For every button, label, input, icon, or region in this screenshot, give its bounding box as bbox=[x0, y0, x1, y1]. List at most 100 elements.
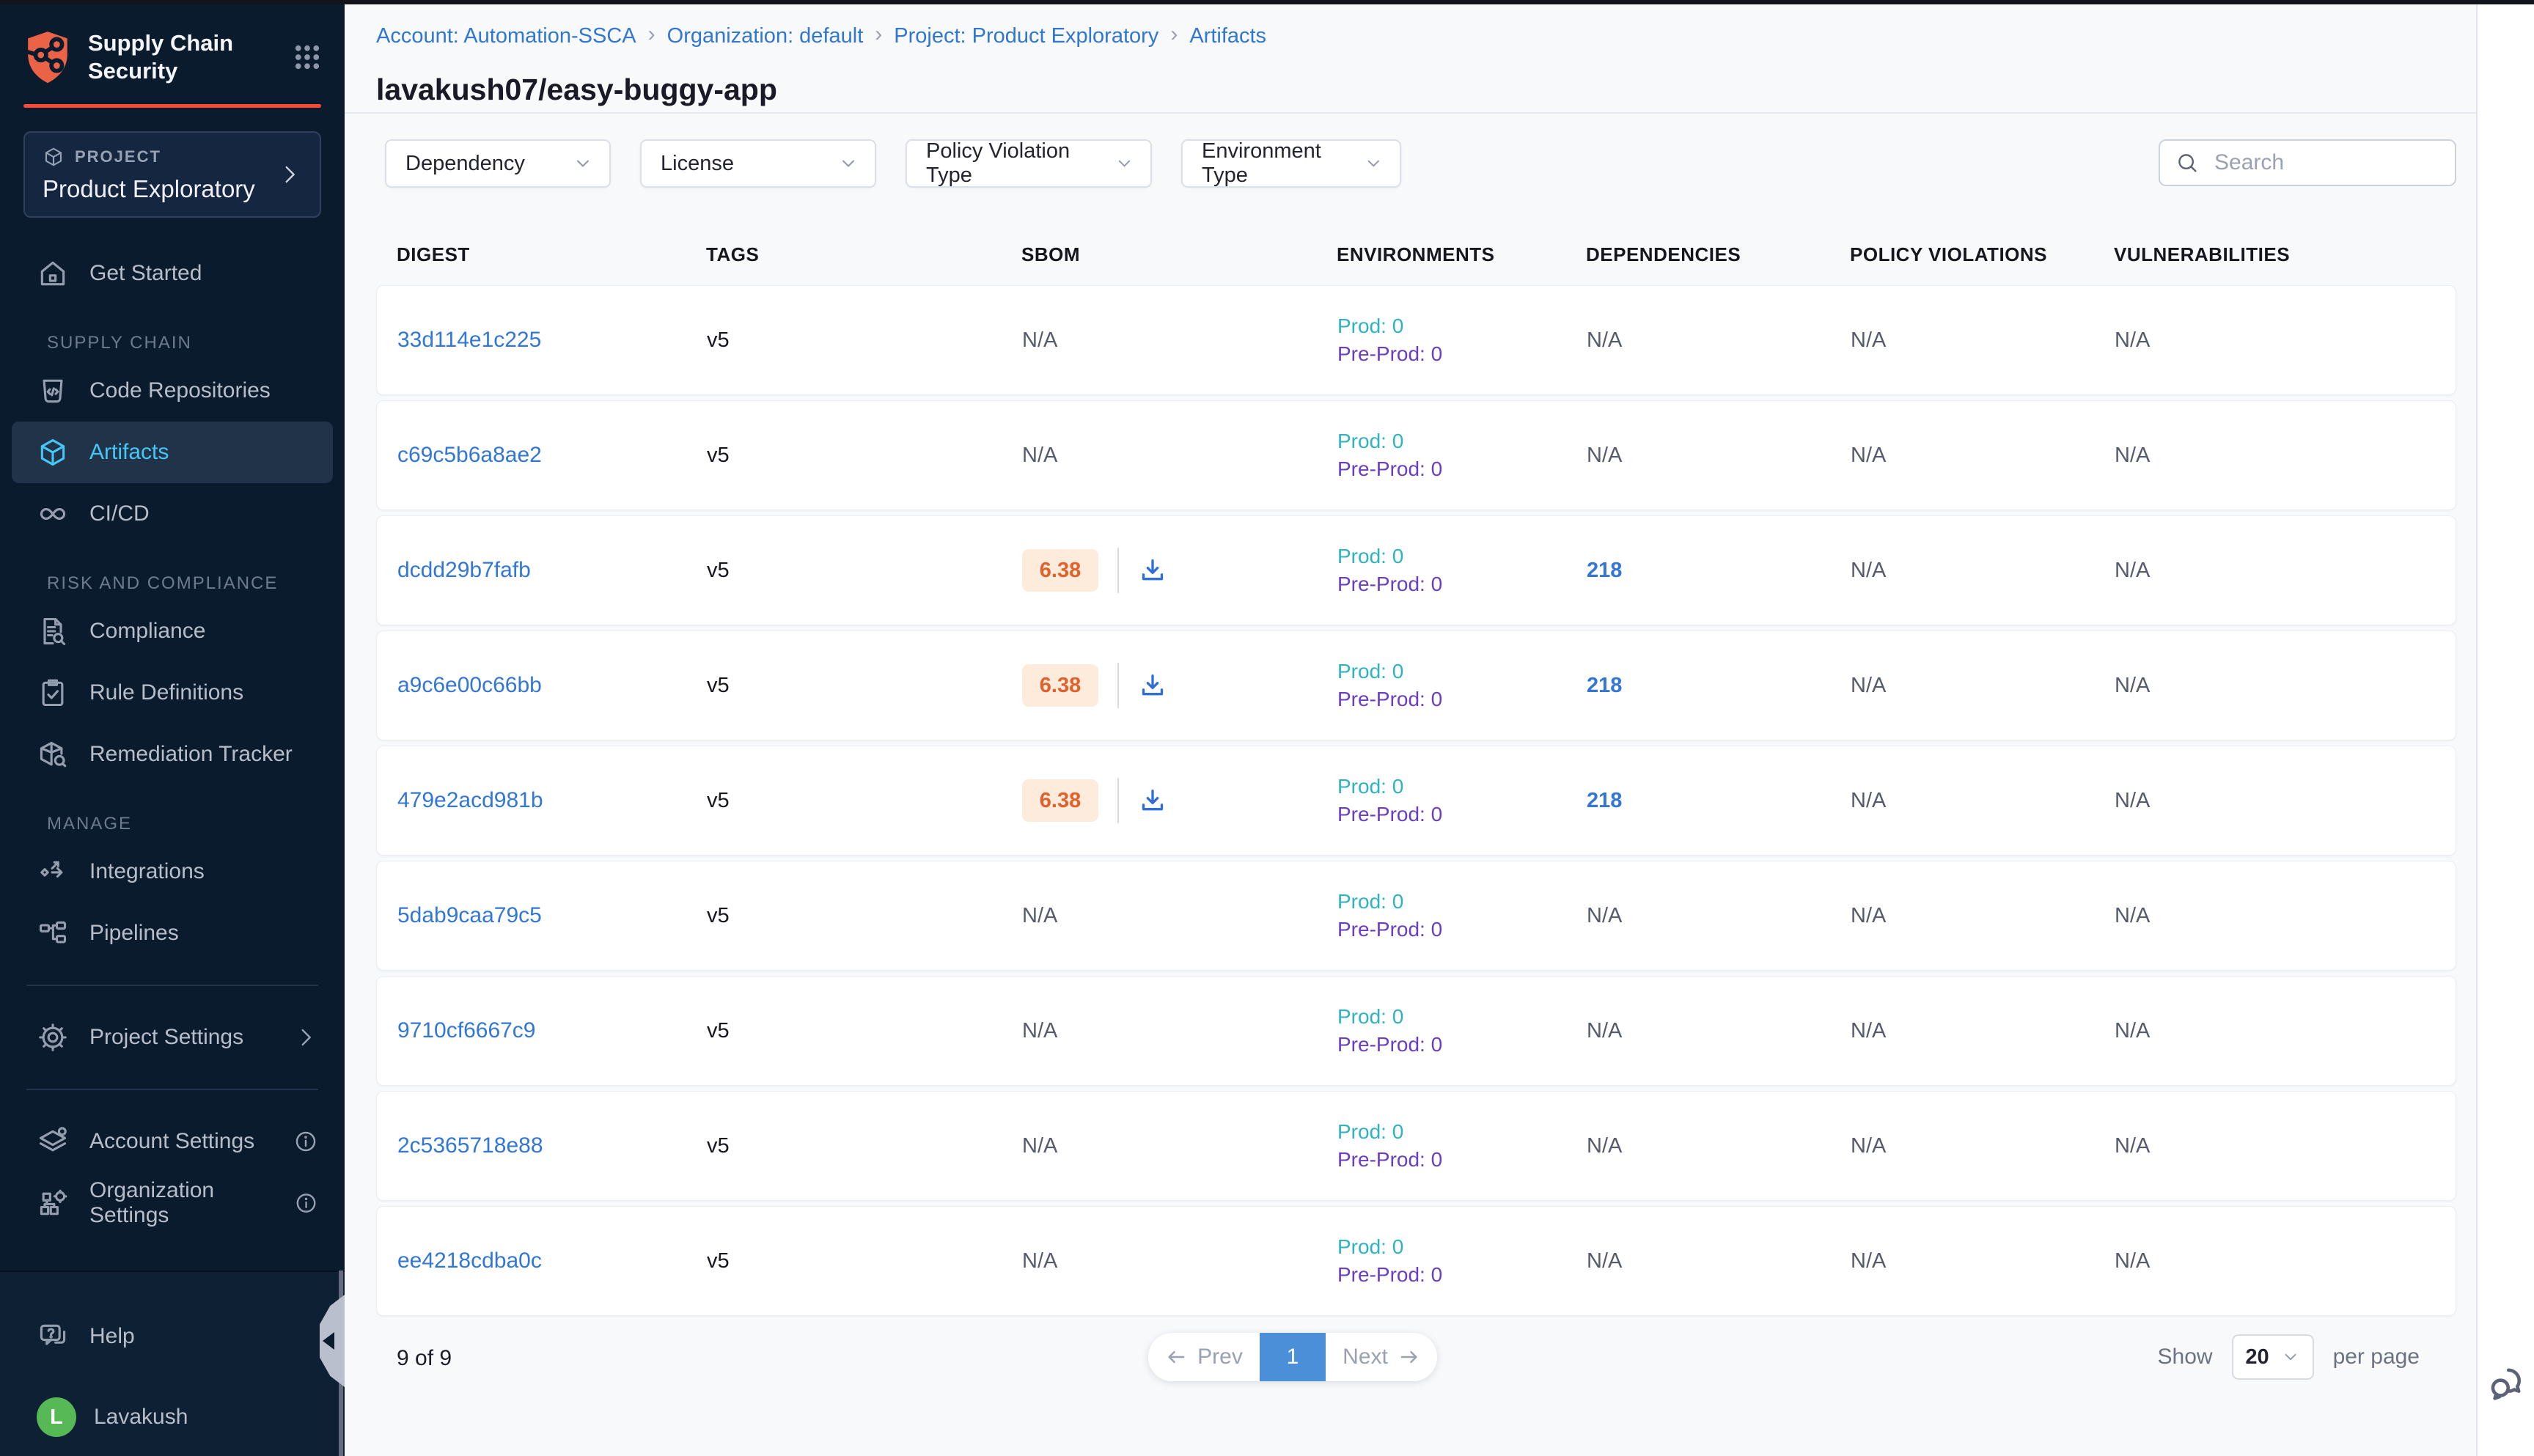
column-header-policy-violations: POLICY VIOLATIONS bbox=[1850, 243, 2114, 266]
layers-gear-icon bbox=[37, 1125, 69, 1158]
digest-link[interactable]: 5dab9caa79c5 bbox=[397, 903, 542, 927]
sbom-cell: 6.38 bbox=[1022, 663, 1337, 708]
sidebar: Supply Chain Security PROJECT Product Ex… bbox=[0, 0, 345, 1456]
search-input[interactable] bbox=[2213, 150, 2433, 176]
sidebar-item-code-repositories[interactable]: Code Repositories bbox=[0, 360, 345, 422]
chevron-down-icon bbox=[1114, 153, 1134, 174]
sidebar-item-compliance[interactable]: Compliance bbox=[0, 600, 345, 662]
search-box[interactable] bbox=[2159, 139, 2456, 186]
sbom-download-button[interactable] bbox=[1138, 671, 1167, 700]
vulnerabilities-cell: N/A bbox=[2115, 1249, 2456, 1273]
sidebar-item-account-settings[interactable]: Account Settings bbox=[0, 1111, 345, 1172]
dependencies-value[interactable]: 218 bbox=[1587, 559, 1622, 582]
policy-violations-cell: N/A bbox=[1851, 559, 2115, 583]
environments-cell: Prod: 0 Pre-Prod: 0 bbox=[1337, 543, 1587, 598]
env-preprod: Pre-Prod: 0 bbox=[1337, 340, 1587, 368]
artifacts-cube-icon bbox=[37, 436, 69, 468]
chevron-down-icon bbox=[838, 153, 859, 174]
policy-violations-value: N/A bbox=[1851, 1249, 1886, 1273]
info-icon[interactable] bbox=[294, 1191, 318, 1216]
digest-link[interactable]: dcdd29b7fafb bbox=[397, 558, 531, 582]
env-prod: Prod: 0 bbox=[1337, 427, 1587, 455]
project-label: PROJECT bbox=[75, 147, 161, 166]
digest-link[interactable]: a9c6e00c66bb bbox=[397, 673, 542, 697]
user-menu[interactable]: L Lavakush bbox=[0, 1386, 345, 1448]
sbom-divider bbox=[1117, 548, 1119, 593]
page-1-button[interactable]: 1 bbox=[1260, 1333, 1326, 1381]
document-search-icon bbox=[37, 615, 69, 647]
environment-type-filter-dropdown[interactable]: Environment Type bbox=[1181, 139, 1401, 188]
license-filter-dropdown[interactable]: License bbox=[640, 139, 876, 188]
sidebar-item-project-settings[interactable]: Project Settings bbox=[0, 1007, 345, 1068]
digest-cell: 33d114e1c225 bbox=[397, 328, 707, 353]
dependencies-cell: 218 bbox=[1587, 789, 1851, 813]
digest-link[interactable]: 33d114e1c225 bbox=[397, 328, 541, 352]
tags-cell: v5 bbox=[707, 328, 1022, 353]
tag-value: v5 bbox=[707, 559, 730, 582]
sbom-cell: N/A bbox=[1022, 328, 1337, 353]
environments-cell: Prod: 0 Pre-Prod: 0 bbox=[1337, 1118, 1587, 1174]
dependencies-value[interactable]: 218 bbox=[1587, 674, 1622, 697]
digest-link[interactable]: c69c5b6a8ae2 bbox=[397, 443, 542, 467]
sidebar-item-rule-definitions[interactable]: Rule Definitions bbox=[0, 662, 345, 724]
chevron-down-icon bbox=[573, 153, 593, 174]
tags-cell: v5 bbox=[707, 674, 1022, 698]
sidebar-item-get-started[interactable]: Get Started bbox=[0, 243, 345, 304]
sidebar-item-remediation-tracker[interactable]: Remediation Tracker bbox=[0, 724, 345, 785]
digest-link[interactable]: 9710cf6667c9 bbox=[397, 1018, 536, 1043]
sidebar-item-help[interactable]: Help bbox=[0, 1306, 345, 1367]
sbom-cell: 6.38 bbox=[1022, 778, 1337, 823]
environments-cell: Prod: 0 Pre-Prod: 0 bbox=[1337, 888, 1587, 944]
sidebar-item-integrations[interactable]: Integrations bbox=[0, 841, 345, 902]
user-name: Lavakush bbox=[94, 1405, 188, 1430]
env-preprod: Pre-Prod: 0 bbox=[1337, 1261, 1587, 1289]
arrow-left-icon bbox=[1165, 1346, 1187, 1368]
dependencies-value: N/A bbox=[1587, 1019, 1622, 1043]
tags-cell: v5 bbox=[707, 1249, 1022, 1273]
project-selector[interactable]: PROJECT Product Exploratory bbox=[23, 131, 321, 218]
filter-bar: Dependency License Policy Violation Type… bbox=[385, 139, 1401, 188]
sidebar-item-pipelines[interactable]: Pipelines bbox=[0, 902, 345, 964]
sidebar-item-cicd[interactable]: CI/CD bbox=[0, 483, 345, 545]
sbom-divider bbox=[1117, 663, 1119, 708]
column-header-sbom: SBOM bbox=[1021, 243, 1337, 266]
policy-violations-cell: N/A bbox=[1851, 1134, 2115, 1158]
code-repository-icon bbox=[37, 375, 69, 407]
breadcrumb-project[interactable]: Project: Product Exploratory bbox=[894, 24, 1158, 48]
digest-link[interactable]: 2c5365718e88 bbox=[397, 1133, 543, 1158]
sidebar-item-organization-settings[interactable]: Organization Settings bbox=[0, 1172, 345, 1234]
breadcrumb-artifacts[interactable]: Artifacts bbox=[1189, 24, 1266, 48]
dependencies-value: N/A bbox=[1587, 904, 1622, 927]
vulnerabilities-value: N/A bbox=[2115, 1134, 2150, 1158]
policy-violations-cell: N/A bbox=[1851, 904, 2115, 928]
digest-link[interactable]: 479e2acd981b bbox=[397, 788, 543, 812]
feedback-chat-icon[interactable] bbox=[2486, 1362, 2529, 1405]
prev-page-button[interactable]: Prev bbox=[1148, 1333, 1260, 1381]
tag-value: v5 bbox=[707, 674, 730, 697]
breadcrumb-organization[interactable]: Organization: default bbox=[667, 24, 864, 48]
info-icon[interactable] bbox=[293, 1129, 318, 1154]
policy-violation-type-filter-dropdown[interactable]: Policy Violation Type bbox=[906, 139, 1152, 188]
chevron-down-icon bbox=[2281, 1347, 2300, 1367]
table-row: 2c5365718e88 v5 N/A Prod: 0 Pre-Prod: 0 … bbox=[376, 1091, 2456, 1201]
app-launcher-icon[interactable] bbox=[292, 42, 323, 73]
sbom-na: N/A bbox=[1022, 1134, 1057, 1158]
tags-cell: v5 bbox=[707, 1019, 1022, 1043]
next-page-button[interactable]: Next bbox=[1326, 1333, 1437, 1381]
download-icon bbox=[1138, 671, 1167, 700]
page-size-select[interactable]: 20 bbox=[2232, 1334, 2314, 1380]
breadcrumb-account[interactable]: Account: Automation-SSCA bbox=[376, 24, 636, 48]
tag-value: v5 bbox=[707, 328, 730, 352]
project-name: Product Exploratory bbox=[43, 175, 277, 203]
sbom-download-button[interactable] bbox=[1138, 786, 1167, 815]
tags-cell: v5 bbox=[707, 1134, 1022, 1158]
collapse-left-arrow-icon bbox=[323, 1332, 334, 1350]
dependencies-value[interactable]: 218 bbox=[1587, 789, 1622, 812]
table-row: ee4218cdba0c v5 N/A Prod: 0 Pre-Prod: 0 … bbox=[376, 1206, 2456, 1316]
sidebar-item-artifacts[interactable]: Artifacts bbox=[12, 422, 333, 483]
digest-link[interactable]: ee4218cdba0c bbox=[397, 1249, 542, 1273]
env-prod: Prod: 0 bbox=[1337, 888, 1587, 916]
dependency-filter-dropdown[interactable]: Dependency bbox=[385, 139, 611, 188]
sbom-download-button[interactable] bbox=[1138, 556, 1167, 585]
env-preprod: Pre-Prod: 0 bbox=[1337, 801, 1587, 828]
